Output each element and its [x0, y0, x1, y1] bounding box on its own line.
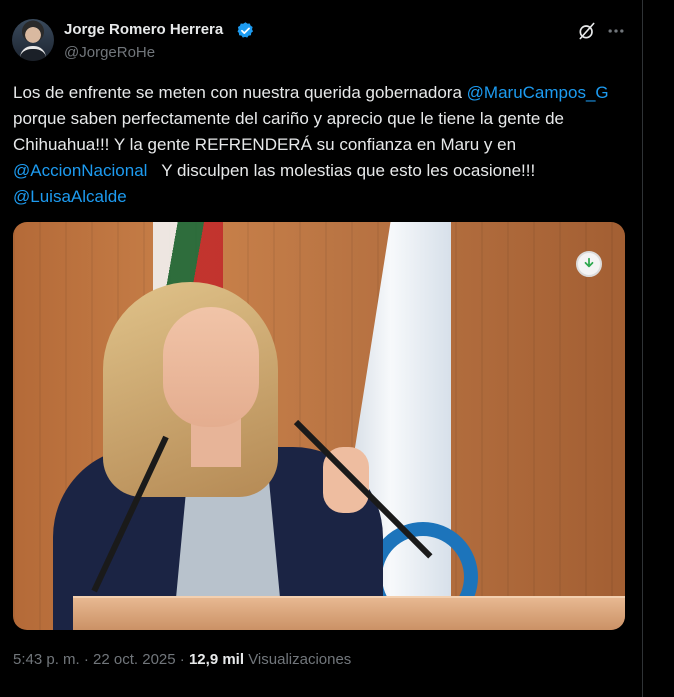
tweet-time[interactable]: 5:43 p. m.: [13, 651, 80, 668]
tweet-segment: Los de enfrente se meten con nuestra que…: [13, 83, 467, 102]
download-button[interactable]: [576, 251, 602, 277]
download-icon: [584, 257, 594, 268]
more-horizontal-icon[interactable]: [606, 21, 626, 41]
tweet-media-photo[interactable]: [13, 222, 625, 630]
author-handle[interactable]: @JorgeRoHe: [64, 44, 155, 61]
tweet-date[interactable]: 22 oct. 2025: [93, 651, 176, 668]
verified-badge-icon: [237, 22, 254, 38]
mention-link[interactable]: @LuisaAlcalde: [13, 187, 127, 206]
mention-link[interactable]: @AccionNacional: [13, 161, 147, 180]
tweet-meta: 5:43 p. m. · 22 oct. 2025 · 12,9 mil Vis…: [13, 651, 351, 668]
timeline-divider: [642, 0, 643, 697]
tweet-segment: porque saben perfectamente del cariño y …: [13, 109, 564, 154]
author-display-name[interactable]: Jorge Romero Herrera: [64, 21, 223, 38]
mention-link[interactable]: @MaruCampos_G: [467, 83, 609, 102]
podium: [73, 596, 625, 630]
tweet-text: Los de enfrente se meten con nuestra que…: [13, 80, 633, 210]
avatar[interactable]: [12, 19, 54, 61]
grok-icon[interactable]: [577, 21, 597, 41]
meta-separator: ·: [179, 651, 185, 668]
tweet-segment: Y disculpen las molestias que esto les o…: [147, 161, 540, 180]
meta-separator: ·: [83, 651, 89, 668]
views-label[interactable]: Visualizaciones: [248, 651, 351, 668]
views-count[interactable]: 12,9 mil: [189, 651, 244, 668]
